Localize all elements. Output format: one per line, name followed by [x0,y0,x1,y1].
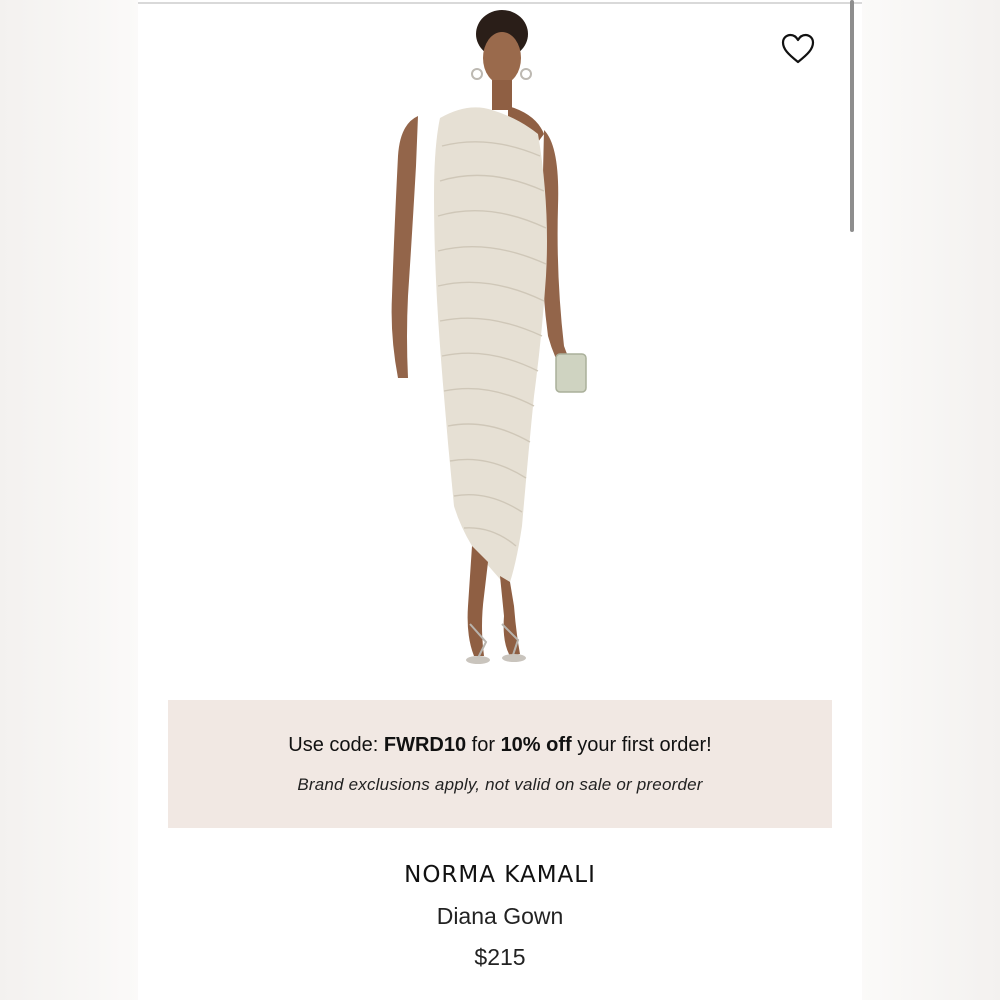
heart-icon [781,33,815,64]
promo-middle: for [466,734,501,756]
promo-suffix: your first order! [571,734,712,756]
dress [434,107,547,588]
earring-right [520,68,532,80]
product-page: Use code: FWRD10 for 10% off your first … [138,0,862,1000]
wishlist-button[interactable] [780,32,816,66]
promo-banner: Use code: FWRD10 for 10% off your first … [168,700,832,828]
promo-discount: 10% off [500,734,572,756]
clutch-bag [555,353,587,393]
scrollbar[interactable] [850,0,854,232]
arm-left [391,116,418,378]
product-price: $215 [474,944,526,970]
promo-code-line: Use code: FWRD10 for 10% off your first … [168,734,832,757]
top-divider [138,2,862,4]
product-photo[interactable] [388,6,612,674]
product-brand[interactable]: NORMA KAMALI [138,862,862,888]
model-face [483,32,521,84]
shoe-left [466,656,490,664]
product-name: Diana Gown [436,903,564,929]
shoe-right [502,654,526,662]
promo-disclaimer: Brand exclusions apply, not valid on sal… [297,775,703,794]
promo-prefix: Use code: [288,734,384,756]
earring-left [471,68,483,80]
promo-code: FWRD10 [383,734,467,756]
model-neck [492,80,512,110]
